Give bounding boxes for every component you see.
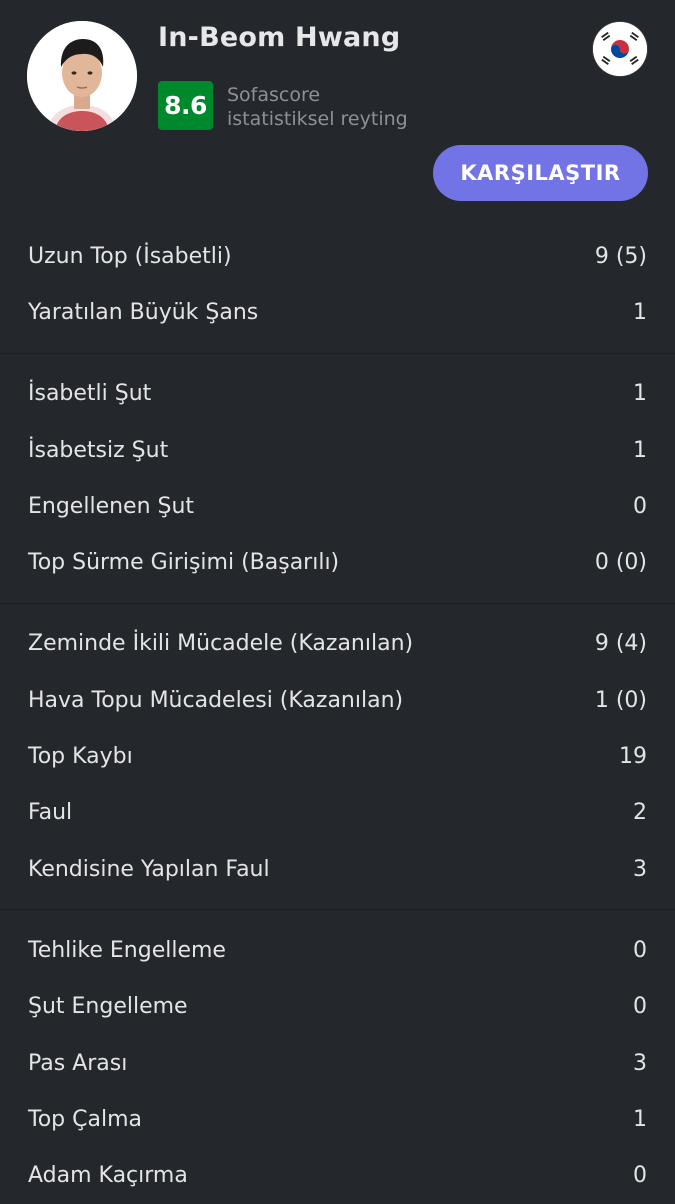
stat-group: Uzun Top (İsabetli) 9 (5) Yaratılan Büyük … — [0, 228, 675, 341]
stat-label: Top Çalma — [28, 1106, 142, 1132]
stat-row: Top Çalma 1 — [0, 1091, 675, 1147]
compare-button[interactable]: KARŞILAŞTIR — [433, 145, 648, 201]
stat-value: 19 — [619, 744, 647, 770]
stat-value: 2 — [633, 800, 647, 826]
stat-value: 9 (5) — [594, 243, 647, 269]
player-name: In-Beom Hwang — [158, 22, 401, 53]
rating-badge: 8.6 — [158, 81, 213, 130]
stat-value: 1 — [633, 299, 647, 325]
stat-label: Zeminde İkili Mücadele (Kazanılan) — [28, 631, 414, 657]
stat-value: 1 — [633, 437, 647, 463]
stat-value: 1 — [633, 1106, 647, 1132]
stat-label: Pas Arası — [28, 1050, 128, 1076]
rating-label-source: Sofascore — [227, 84, 321, 106]
south-korea-flag-icon[interactable] — [593, 22, 647, 76]
stat-row: Hava Topu Mücadelesi (Kazanılan) 1 (0) — [0, 672, 675, 728]
stat-row: Top Sürme Girişimi (Başarılı) 0 (0) — [0, 534, 675, 590]
stat-row: Pas Arası 3 — [0, 1035, 675, 1091]
player-header: In-Beom Hwang 8.6 Sofascore istatistikse… — [0, 0, 675, 228]
stat-value: 3 — [633, 856, 647, 882]
stat-value: 0 — [633, 937, 647, 963]
stat-row: Kendisine Yapılan Faul 3 — [0, 841, 675, 897]
stat-group: İsabetli Şut 1 İsabetsiz Şut 1 Engellenen Şu… — [0, 352, 675, 591]
stat-label: Tehlike Engelleme — [28, 937, 226, 963]
stat-value: 0 (0) — [594, 550, 647, 576]
stat-label: Top Sürme Girişimi (Başarılı) — [28, 550, 340, 576]
stat-label: Hava Topu Mücadelesi (Kazanılan) — [28, 687, 404, 713]
stat-label: İsabetsiz Şut — [28, 437, 169, 463]
stat-row: Yaratılan Büyük Şans 1 — [0, 284, 675, 340]
player-avatar[interactable] — [27, 21, 137, 131]
stat-row: Top Kaybı 19 — [0, 728, 675, 784]
stat-label: Yaratılan Büyük Şans — [28, 299, 259, 325]
stat-label: Faul — [28, 800, 73, 826]
stat-value: 0 — [633, 493, 647, 519]
rating-label-type: istatistiksel reyting — [227, 108, 408, 130]
rating-label: Sofascore istatistiksel reyting — [227, 83, 408, 131]
stat-row: Uzun Top (İsabetli) 9 (5) — [0, 228, 675, 284]
stat-row: İsabetsiz Şut 1 — [0, 422, 675, 478]
stats-list: Uzun Top (İsabetli) 9 (5) Yaratılan Büyük … — [0, 228, 675, 1204]
stat-value: 0 — [633, 994, 647, 1020]
stat-label: Uzun Top (İsabetli) — [28, 243, 232, 269]
stat-row: Zeminde İkili Mücadele (Kazanılan) 9 (4) — [0, 616, 675, 672]
stat-row: İsabetli Şut 1 — [0, 366, 675, 422]
stat-label: Engellenen Şut — [28, 493, 195, 519]
stat-value: 1 (0) — [594, 687, 647, 713]
stat-value: 9 (4) — [594, 631, 647, 657]
stat-label: Adam Kaçırma — [28, 1163, 188, 1189]
stat-row: Şut Engelleme 0 — [0, 979, 675, 1035]
stat-value: 1 — [633, 381, 647, 407]
stat-group: Zeminde İkili Mücadele (Kazanılan) 9 (4) H… — [0, 602, 675, 897]
stat-row: Tehlike Engelleme 0 — [0, 922, 675, 978]
stat-label: Top Kaybı — [28, 744, 133, 770]
player-photo-icon — [27, 21, 137, 131]
stat-value: 0 — [633, 1163, 647, 1189]
stat-label: Şut Engelleme — [28, 994, 188, 1020]
stat-row: Engellenen Şut 0 — [0, 478, 675, 534]
stat-value: 3 — [633, 1050, 647, 1076]
stat-row: Faul 2 — [0, 785, 675, 841]
stat-row: Adam Kaçırma 0 — [0, 1147, 675, 1203]
stat-group: Tehlike Engelleme 0 Şut Engelleme 0 Pas Aras… — [0, 909, 675, 1203]
stat-label: İsabetli Şut — [28, 381, 152, 407]
stat-label: Kendisine Yapılan Faul — [28, 856, 270, 882]
